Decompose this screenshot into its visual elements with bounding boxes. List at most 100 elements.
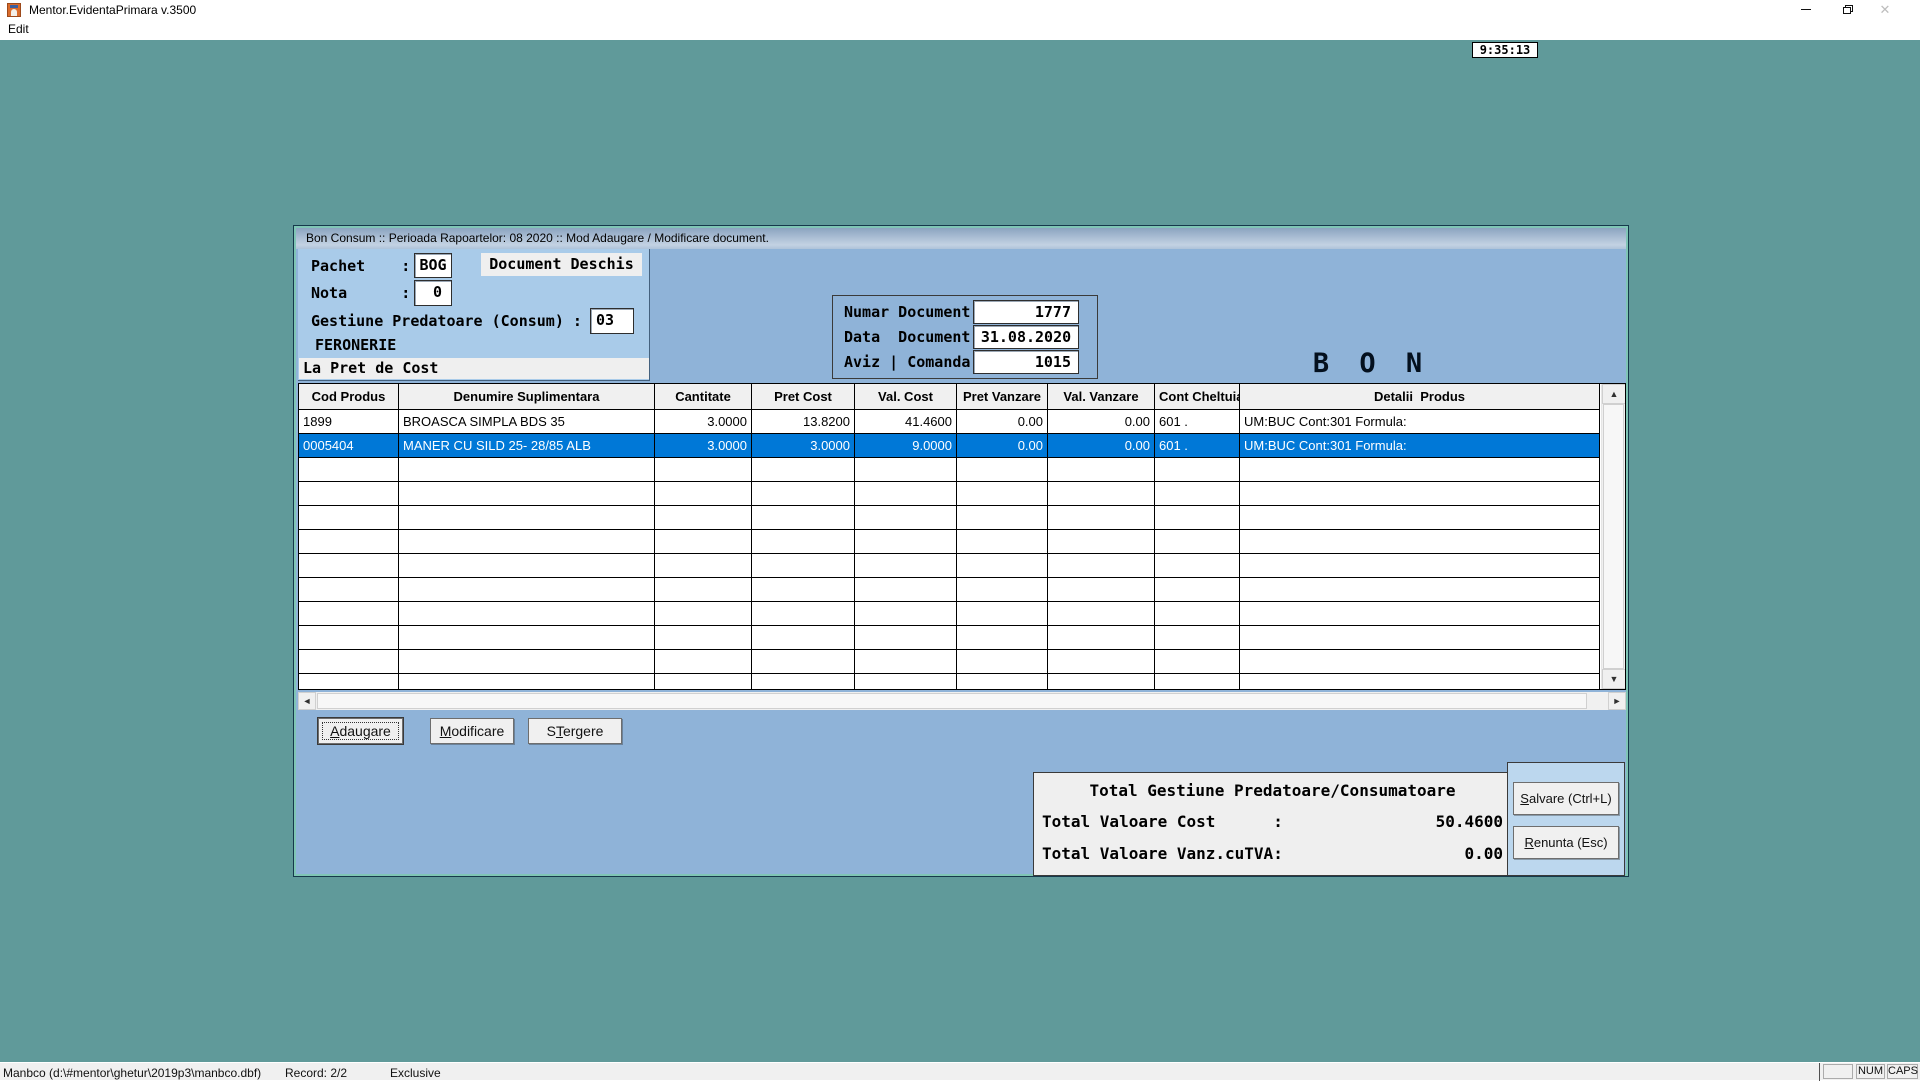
col-pret-vanzare: Pret Vanzare	[957, 384, 1048, 409]
cell-empty	[655, 482, 752, 505]
table-row-empty[interactable]	[299, 530, 1600, 554]
cell-empty	[299, 674, 399, 690]
status-num-indicator: NUM	[1856, 1064, 1885, 1079]
cell-detalii: UM:BUC Cont:301 Formula:	[1240, 434, 1600, 457]
cell-empty	[399, 578, 655, 601]
cell-empty	[655, 602, 752, 625]
form-panel: Pachet : BOG Document Deschis Nota : 0 G…	[298, 249, 650, 381]
cell-empty	[1155, 578, 1240, 601]
cell-empty	[957, 674, 1048, 690]
data-document-input[interactable]: 31.08.2020	[973, 325, 1079, 349]
total-tva-value: 0.00	[1464, 844, 1503, 863]
vertical-scroll-thumb[interactable]	[1603, 404, 1624, 669]
col-pret-cost: Pret Cost	[752, 384, 855, 409]
status-caps-indicator: CAPS	[1887, 1064, 1918, 1079]
totals-title: Total Gestiune Predatoare/Consumatoare	[1034, 781, 1511, 800]
cell-empty	[399, 674, 655, 690]
cell-empty	[752, 650, 855, 673]
save-cancel-panel: Salvare (Ctrl+L) Renunta (Esc)	[1507, 762, 1625, 876]
status-empty-box	[1823, 1064, 1853, 1079]
cell-empty	[1240, 626, 1600, 649]
scroll-right-icon[interactable]: ►	[1608, 692, 1626, 710]
cell-empty	[957, 554, 1048, 577]
table-row-empty[interactable]	[299, 578, 1600, 602]
salvare-button[interactable]: Salvare (Ctrl+L)	[1513, 782, 1619, 815]
cell-empty	[957, 506, 1048, 529]
cell-empty	[299, 578, 399, 601]
cell-empty	[855, 674, 957, 690]
nota-input[interactable]: 0	[414, 280, 452, 306]
bon-consum-dialog: Bon Consum :: Perioada Rapoartelor: 08 2…	[294, 226, 1628, 876]
table-row-empty[interactable]	[299, 554, 1600, 578]
horizontal-scrollbar[interactable]: ◄ ►	[298, 692, 1626, 710]
cell-empty	[1155, 482, 1240, 505]
cell-cont: 601 .	[1155, 434, 1240, 457]
col-cod-produs: Cod Produs	[299, 384, 399, 409]
adaugare-button[interactable]: Adaugare	[318, 718, 403, 744]
pachet-input[interactable]: BOG	[414, 253, 452, 278]
table-row-empty[interactable]	[299, 506, 1600, 530]
cell-empty	[1048, 554, 1155, 577]
bon-line: B O N	[1231, 345, 1511, 382]
scroll-down-icon[interactable]: ▼	[1602, 669, 1626, 689]
cell-empty	[1240, 578, 1600, 601]
table-row-empty[interactable]	[299, 626, 1600, 650]
vertical-scrollbar[interactable]: ▲ ▼	[1601, 384, 1625, 689]
cell-empty	[1240, 674, 1600, 690]
cell-empty	[655, 626, 752, 649]
cell-detalii: UM:BUC Cont:301 Formula:	[1240, 410, 1600, 433]
cell-empty	[1240, 602, 1600, 625]
nota-label: Nota :	[311, 284, 410, 302]
menu-edit[interactable]: Edit	[8, 22, 29, 36]
items-table: Cod Produs Denumire Suplimentara Cantita…	[298, 383, 1626, 690]
close-button[interactable]: ✕	[1868, 0, 1902, 20]
cell-empty	[399, 554, 655, 577]
renunta-button[interactable]: Renunta (Esc)	[1513, 826, 1619, 859]
cell-empty	[855, 482, 957, 505]
cell-empty	[855, 554, 957, 577]
table-row-selected[interactable]: 0005404 MANER CU SILD 25- 28/85 ALB 3.00…	[299, 434, 1600, 458]
cell-empty	[299, 458, 399, 481]
table-row-empty[interactable]	[299, 482, 1600, 506]
minimize-button[interactable]	[1789, 0, 1823, 20]
horizontal-scroll-thumb[interactable]	[317, 693, 1587, 709]
restore-button[interactable]	[1831, 0, 1865, 20]
cell-empty	[1155, 458, 1240, 481]
cell-empty	[399, 530, 655, 553]
cell-empty	[855, 530, 957, 553]
numar-document-label: Numar Document:	[844, 303, 979, 321]
table-row-empty[interactable]	[299, 650, 1600, 674]
stergere-button[interactable]: STergere	[528, 718, 622, 744]
gestiune-input[interactable]: 03	[590, 308, 634, 334]
cell-empty	[655, 650, 752, 673]
numar-document-input[interactable]: 1777	[973, 300, 1079, 324]
cell-empty	[1048, 506, 1155, 529]
cell-empty	[1048, 482, 1155, 505]
cell-empty	[957, 530, 1048, 553]
table-row-empty[interactable]	[299, 458, 1600, 482]
cell-empty	[399, 650, 655, 673]
table-row[interactable]: 1899 BROASCA SIMPLA BDS 35 3.0000 13.820…	[299, 410, 1600, 434]
modificare-button[interactable]: Modificare	[430, 718, 514, 744]
cell-empty	[1240, 482, 1600, 505]
cell-empty	[1048, 650, 1155, 673]
cell-val-cost: 9.0000	[855, 434, 957, 457]
cell-empty	[299, 602, 399, 625]
price-mode-label: La Pret de Cost	[299, 358, 649, 379]
aviz-comanda-input[interactable]: 1015	[973, 350, 1079, 374]
cell-pret-vanzare: 0.00	[957, 434, 1048, 457]
scroll-up-icon[interactable]: ▲	[1602, 384, 1626, 404]
cell-empty	[655, 530, 752, 553]
table-row-empty[interactable]	[299, 674, 1600, 690]
restore-icon	[1843, 5, 1853, 14]
cell-cont: 601 .	[1155, 410, 1240, 433]
cell-val-vanzare: 0.00	[1048, 434, 1155, 457]
scroll-left-icon[interactable]: ◄	[298, 692, 316, 710]
cell-val-vanzare: 0.00	[1048, 410, 1155, 433]
cell-empty	[399, 458, 655, 481]
table-row-empty[interactable]	[299, 602, 1600, 626]
cell-empty	[1155, 554, 1240, 577]
cell-empty	[855, 602, 957, 625]
status-mode: Exclusive	[390, 1066, 441, 1080]
cell-denumire: BROASCA SIMPLA BDS 35	[399, 410, 655, 433]
